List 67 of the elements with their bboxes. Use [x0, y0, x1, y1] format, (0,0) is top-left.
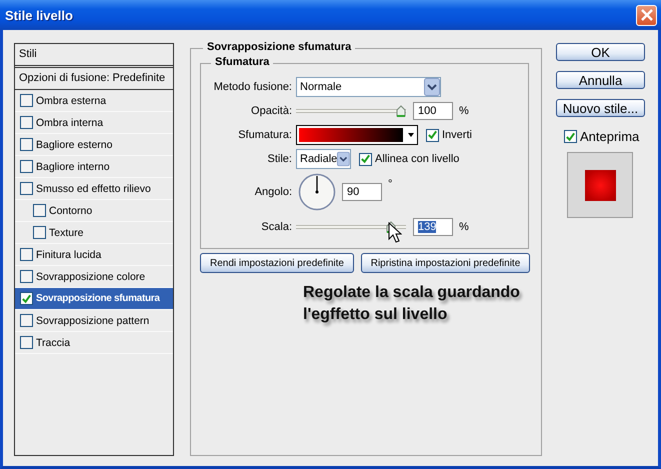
- checkbox[interactable]: [359, 152, 372, 166]
- list-item[interactable]: Opzioni di fusione: Predefinite: [15, 68, 173, 90]
- group-title: Sfumatura: [211, 56, 274, 68]
- angle-dial[interactable]: [298, 173, 336, 211]
- check-icon: [360, 153, 371, 165]
- list-item[interactable]: Traccia: [15, 332, 173, 354]
- checkbox-label: Allinea con livello: [375, 153, 460, 165]
- checkbox[interactable]: [564, 130, 577, 143]
- slider-thumb[interactable]: [396, 105, 406, 117]
- list-header: Stili: [15, 44, 173, 68]
- button[interactable]: Rendi impostazioni predefinite: [200, 253, 354, 273]
- dropdown[interactable]: Normale: [296, 77, 441, 97]
- unit-label: %: [459, 221, 469, 233]
- checkbox[interactable]: [33, 226, 46, 239]
- field-label: Opacità:: [250, 105, 293, 117]
- checkbox[interactable]: [20, 248, 33, 261]
- checkbox[interactable]: [20, 270, 33, 283]
- field-label: Sfumatura:: [237, 129, 293, 141]
- list-item[interactable]: Sovrapposizione pattern: [15, 310, 173, 332]
- input-field[interactable]: 100: [413, 102, 453, 120]
- check-icon: [21, 292, 32, 304]
- unit-label: %: [459, 105, 469, 117]
- checkbox[interactable]: [20, 292, 33, 305]
- check-icon: [427, 129, 438, 141]
- cursor-icon: [388, 222, 402, 243]
- field-label: Scala:: [260, 221, 293, 233]
- input-field[interactable]: 139: [413, 218, 453, 236]
- list-item[interactable]: Texture: [15, 222, 173, 244]
- list-item[interactable]: Bagliore esterno: [15, 134, 173, 156]
- list-item[interactable]: Sovrapposizione sfumatura: [15, 288, 173, 310]
- button[interactable]: Nuovo stile...: [556, 99, 645, 117]
- caret-icon: [407, 132, 415, 138]
- list-item[interactable]: Ombra esterna: [15, 90, 173, 112]
- checkbox[interactable]: [20, 94, 33, 107]
- check-icon: [565, 130, 576, 142]
- checkbox[interactable]: [20, 182, 33, 195]
- list-item[interactable]: Smusso ed effetto rilievo: [15, 178, 173, 200]
- button[interactable]: Annulla: [556, 71, 645, 89]
- checkbox[interactable]: [33, 204, 46, 217]
- field-label: Metodo fusione:: [212, 81, 293, 93]
- chevron-down-icon: [424, 78, 440, 96]
- close-button[interactable]: [636, 4, 657, 26]
- checkbox-label: Anteprima: [580, 129, 640, 144]
- dropdown[interactable]: Radiale: [296, 149, 351, 169]
- unit-label: °: [388, 178, 392, 190]
- gradient-picker[interactable]: [296, 125, 418, 145]
- list-item[interactable]: Ombra interna: [15, 112, 173, 134]
- group-title: Sovrapposizione sfumatura: [203, 41, 356, 53]
- checkbox[interactable]: [20, 138, 33, 151]
- chevron-down-icon: [337, 150, 350, 168]
- button[interactable]: Ripristina impostazioni predefinite: [361, 253, 530, 273]
- window-title: Stile livello: [5, 8, 73, 22]
- list-item[interactable]: Finitura lucida: [15, 244, 173, 266]
- checkbox[interactable]: [20, 336, 33, 349]
- list-item[interactable]: Bagliore interno: [15, 156, 173, 178]
- button[interactable]: OK: [556, 43, 645, 61]
- preview-swatch: [584, 170, 616, 200]
- field-label: Stile:: [266, 153, 293, 165]
- checkbox[interactable]: [426, 128, 439, 142]
- checkbox[interactable]: [20, 116, 33, 129]
- list-item[interactable]: Contorno: [15, 200, 173, 222]
- field-label: Angolo:: [254, 186, 293, 198]
- annotation-text: Regolate la scala guardando l'egffetto sul livello: [303, 283, 521, 325]
- checkbox-label: Inverti: [442, 129, 472, 141]
- checkbox[interactable]: [20, 314, 33, 327]
- checkbox[interactable]: [20, 160, 33, 173]
- input-field[interactable]: 90: [342, 183, 382, 201]
